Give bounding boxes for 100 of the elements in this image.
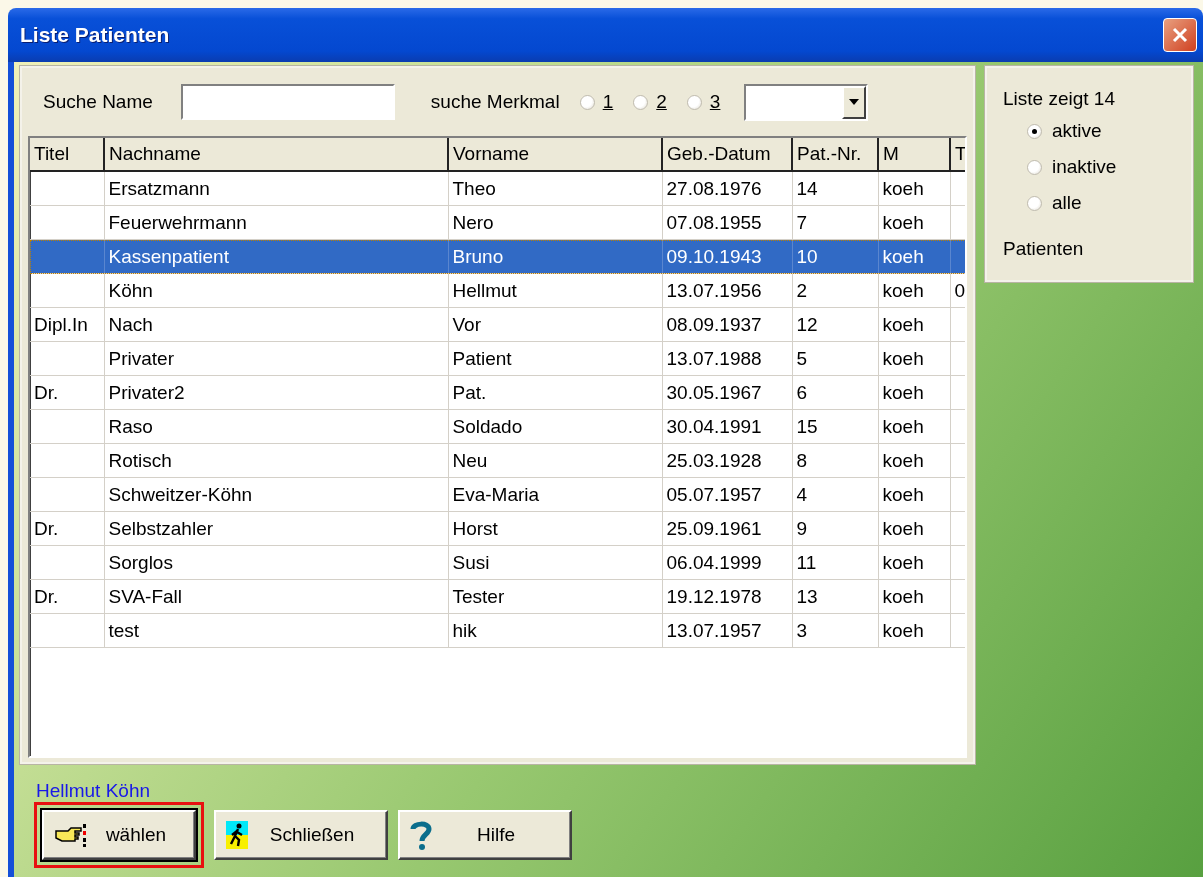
column-header[interactable]: Pat.-Nr. <box>792 138 878 171</box>
table-cell: koeh <box>882 619 924 641</box>
action-button[interactable]: Hilfe <box>398 810 572 860</box>
feature-dropdown[interactable] <box>744 83 869 121</box>
table-cell: Nach <box>108 313 153 335</box>
column-header[interactable]: Vorname <box>448 138 662 171</box>
table-cell: koeh <box>882 551 924 573</box>
table-cell: 5 <box>796 347 808 369</box>
table-cell: 08.09.1937 <box>666 313 762 335</box>
table-cell: koeh <box>882 381 924 403</box>
radio-label[interactable]: 1 <box>602 91 614 113</box>
table-cell: 06.04.1999 <box>666 551 762 573</box>
radio-button[interactable] <box>579 94 595 110</box>
table-cell: Bruno <box>452 245 504 267</box>
table-cell: SVA-Fall <box>108 585 183 607</box>
table-cell: 30.05.1967 <box>666 381 762 403</box>
table-cell: hik <box>452 619 477 641</box>
table-cell: 11 <box>796 551 817 573</box>
close-button[interactable] <box>1163 18 1197 52</box>
feature-label: suche Merkmal <box>430 91 560 113</box>
table-cell: koeh <box>882 211 924 233</box>
table-cell: 27.08.1976 <box>666 177 762 199</box>
table-cell: 05.07.1957 <box>666 483 762 505</box>
radio-label[interactable]: inaktive <box>1052 156 1117 178</box>
table-cell: 9 <box>796 517 808 539</box>
table-cell: 14 <box>796 177 818 199</box>
table-cell: koeh <box>882 585 924 607</box>
table-cell: Pat. <box>452 381 487 403</box>
table-cell: Hellmut <box>452 279 517 301</box>
action-button[interactable]: Schließen <box>214 810 388 860</box>
table-cell: koeh <box>882 483 924 505</box>
table-cell: 13.07.1956 <box>666 279 762 301</box>
table-cell: koeh <box>882 177 924 199</box>
table-cell: 15 <box>796 415 818 437</box>
radio-label[interactable]: 2 <box>656 91 667 113</box>
radio-button[interactable] <box>633 94 649 110</box>
table-cell: Susi <box>452 551 490 573</box>
table-cell: 8 <box>796 449 808 471</box>
table-cell: 25.03.1928 <box>666 449 762 471</box>
radio-button[interactable] <box>1027 159 1042 175</box>
table-cell: 25.09.1961 <box>666 517 762 539</box>
table-cell: Tester <box>452 585 505 607</box>
close-icon <box>1171 26 1189 44</box>
table-cell: koeh <box>882 449 924 471</box>
radio-label[interactable]: 3 <box>709 91 721 113</box>
table-cell: Selbstzahler <box>108 517 214 539</box>
selected-patient-name: Hellmut Köhn <box>36 780 152 802</box>
question-mark-icon <box>410 820 432 850</box>
table-cell: Patient <box>452 347 512 369</box>
table-cell: Köhn <box>108 279 153 301</box>
table-cell: 09.10.1943 <box>666 245 762 267</box>
table-cell: koeh <box>882 517 924 539</box>
table-cell: koeh <box>882 347 924 369</box>
table-cell: Soldado <box>452 415 523 437</box>
table-cell: koeh <box>882 279 924 301</box>
table-cell: 0 <box>954 279 965 301</box>
action-button[interactable]: wählen <box>42 810 196 860</box>
table-cell: 07.08.1955 <box>666 211 762 233</box>
table-cell: test <box>108 619 140 641</box>
table-cell: 10 <box>796 245 818 267</box>
table-cell: koeh <box>882 313 924 335</box>
table-cell: Schweitzer-Köhn <box>108 483 253 505</box>
table-cell: 6 <box>796 381 808 403</box>
radio-button[interactable] <box>1027 195 1042 211</box>
column-header[interactable]: Nachname <box>104 138 448 171</box>
window-title: Liste Patienten <box>20 23 171 47</box>
walking-figure-icon <box>226 821 248 849</box>
table-cell: 7 <box>796 211 808 233</box>
table-cell: Privater2 <box>108 381 185 403</box>
table-cell: Neu <box>452 449 488 471</box>
search-label: Suche Name <box>43 91 153 113</box>
table-cell: Kassenpatient <box>108 245 229 267</box>
dropdown-arrow-icon <box>849 99 860 105</box>
table-cell: 19.12.1978 <box>666 585 762 607</box>
column-header[interactable]: Geb.-Datum <box>662 138 792 171</box>
table-cell: Dipl.In <box>34 313 88 335</box>
table-cell: Eva-Maria <box>452 483 540 505</box>
table-cell: Nero <box>452 211 494 233</box>
radio-button[interactable] <box>1027 123 1042 139</box>
table-cell: 13.07.1957 <box>666 619 762 641</box>
table-cell: Rotisch <box>108 449 172 471</box>
table-cell: Dr. <box>34 381 59 403</box>
name-search-field[interactable] <box>180 84 395 120</box>
radio-button[interactable] <box>686 94 702 110</box>
table-cell: Vor <box>452 313 482 335</box>
column-header[interactable]: Titel <box>30 138 104 171</box>
column-header[interactable]: M <box>878 138 950 171</box>
table-cell: Privater <box>108 347 174 369</box>
table-cell: 2 <box>796 279 808 301</box>
pointing-hand-icon <box>54 822 88 848</box>
radio-label[interactable]: aktive <box>1052 120 1102 142</box>
table-cell: koeh <box>882 415 924 437</box>
table-cell: 3 <box>796 619 808 641</box>
table-cell: Sorglos <box>108 551 173 573</box>
table-cell: Raso <box>108 415 153 437</box>
table-cell: Theo <box>452 177 496 199</box>
table-cell: 13 <box>796 585 818 607</box>
radio-label[interactable]: alle <box>1052 192 1082 214</box>
table-cell: 13.07.1988 <box>666 347 762 369</box>
table-cell: Horst <box>452 517 498 539</box>
